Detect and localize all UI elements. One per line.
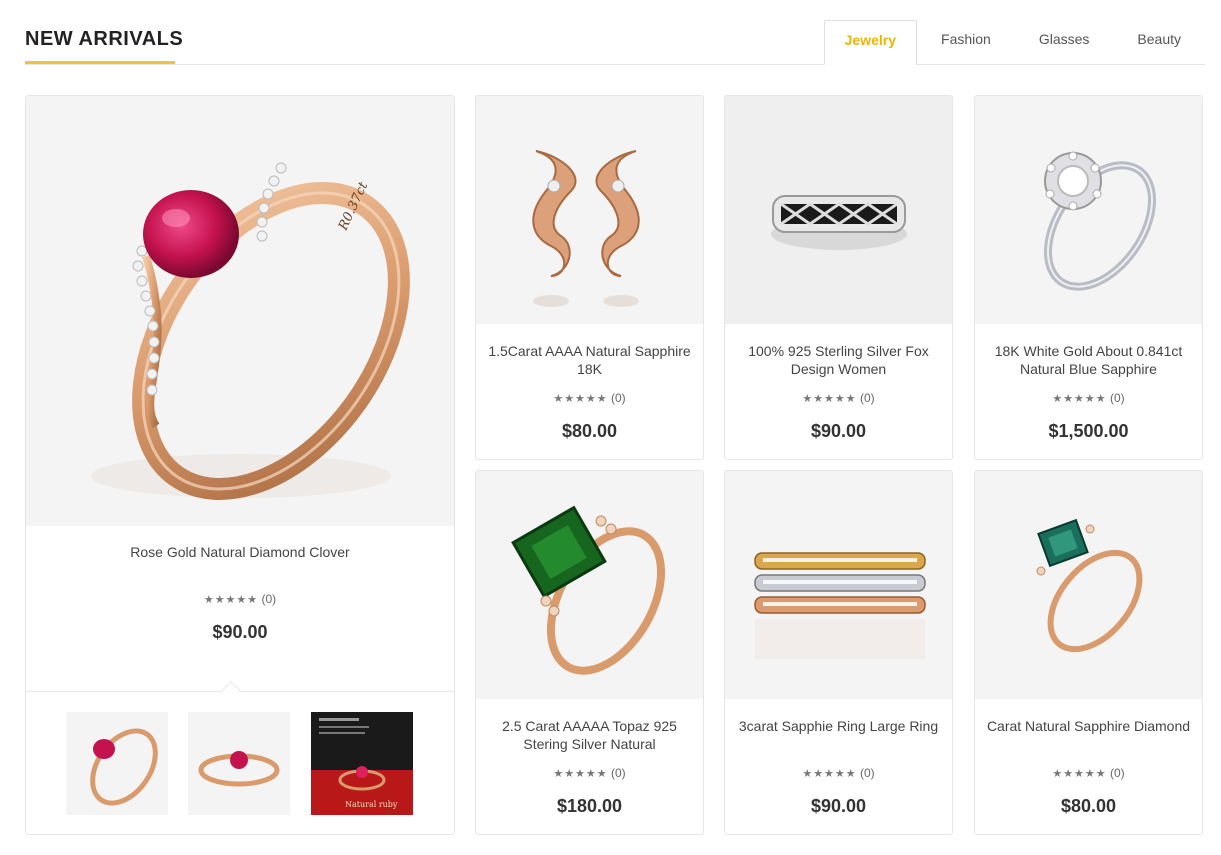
product-card[interactable]: 18K White Gold About 0.841ct Natural Blu…: [974, 95, 1203, 460]
product-rating: ★★★★★ (0): [725, 766, 952, 780]
product-card[interactable]: Carat Natural Sapphire Diamond ★★★★★ (0)…: [974, 470, 1203, 835]
ruby-ring-icon: R0.37ct: [91, 162, 410, 500]
product-image[interactable]: [975, 471, 1202, 699]
review-count: (0): [261, 592, 277, 606]
earrings-icon: [532, 150, 640, 307]
section-header: NEW ARRIVALS Jewelry Fashion Glasses Bea…: [25, 20, 1205, 65]
star-rating-icon: ★★★★★: [1052, 768, 1107, 780]
product-price: $180.00: [556, 796, 623, 816]
product-rating: ★★★★★ (0): [975, 766, 1202, 780]
product-price: $80.00: [1060, 796, 1117, 816]
product-image[interactable]: [725, 96, 952, 324]
product-price: $80.00: [561, 421, 618, 441]
star-rating-icon: ★★★★★: [203, 594, 259, 606]
diamond-halo-ring-icon: [1043, 151, 1157, 291]
product-rating: ★★★★★ (0): [476, 766, 703, 780]
product-card[interactable]: 100% 925 Sterling Silver Fox Design Wome…: [724, 95, 953, 460]
product-price: $90.00: [810, 796, 867, 816]
product-card[interactable]: 2.5 Carat AAAAA Topaz 925 Stering Silver…: [475, 470, 704, 835]
tab-fashion[interactable]: Fashion: [917, 20, 1015, 65]
product-image[interactable]: [725, 471, 952, 699]
tab-jewelry[interactable]: Jewelry: [823, 20, 918, 65]
product-rating: ★★★★★ (0): [725, 391, 952, 405]
svg-text:Natural ruby: Natural ruby: [345, 800, 398, 809]
product-image[interactable]: [476, 471, 703, 699]
review-count: (0): [610, 391, 626, 405]
featured-product-image[interactable]: R0.37ct: [26, 96, 454, 526]
product-card[interactable]: 1.5Carat AAAA Natural Sapphire 18K ★★★★★…: [475, 95, 704, 460]
product-name[interactable]: Carat Natural Sapphire Diamond: [983, 717, 1194, 735]
section-title: NEW ARRIVALS: [25, 28, 184, 50]
product-rating: ★★★★★ (0): [476, 391, 703, 405]
green-gem-ring-icon: [1036, 518, 1143, 653]
thumbnail-2[interactable]: [188, 712, 290, 815]
product-name[interactable]: 3carat Sapphie Ring Large Ring: [733, 717, 944, 735]
star-rating-icon: ★★★★★: [553, 393, 608, 405]
product-image[interactable]: [975, 96, 1202, 324]
title-underline: [25, 61, 175, 64]
tab-glasses[interactable]: Glasses: [1015, 20, 1114, 65]
star-rating-icon: ★★★★★: [553, 768, 608, 780]
product-card[interactable]: 3carat Sapphie Ring Large Ring ★★★★★ (0)…: [724, 470, 953, 835]
ruby-ring-box-thumb-icon: Natural ruby: [311, 718, 413, 815]
featured-product-price: $90.00: [212, 622, 268, 642]
thumbnail-caret: [221, 681, 241, 701]
thumbnail-1[interactable]: [66, 712, 168, 815]
product-price: $90.00: [810, 421, 867, 441]
ruby-ring-thumb-icon: [90, 728, 158, 806]
star-rating-icon: ★★★★★: [1052, 393, 1107, 405]
review-count: (0): [859, 766, 875, 780]
review-count: (0): [1109, 766, 1125, 780]
product-image[interactable]: [476, 96, 703, 324]
review-count: (0): [610, 766, 626, 780]
product-name[interactable]: 100% 925 Sterling Silver Fox Design Wome…: [733, 342, 944, 378]
ruby-ring-side-thumb-icon: [198, 751, 280, 787]
featured-product-card[interactable]: R0.37ct Rose Gold Natural Diamond Clover…: [25, 95, 455, 835]
product-name[interactable]: 2.5 Carat AAAAA Topaz 925 Stering Silver…: [484, 717, 695, 753]
review-count: (0): [1109, 391, 1125, 405]
emerald-ring-icon: [511, 505, 666, 675]
product-rating: ★★★★★ (0): [975, 391, 1202, 405]
featured-product-name[interactable]: Rose Gold Natural Diamond Clover: [34, 543, 446, 561]
stacked-rings-icon: [754, 552, 926, 659]
featured-product-rating: ★★★★★ (0): [26, 592, 454, 606]
review-count: (0): [859, 391, 875, 405]
silver-band-ring-icon: [771, 195, 907, 250]
product-name[interactable]: 18K White Gold About 0.841ct Natural Blu…: [983, 342, 1194, 378]
product-price: $1,500.00: [1048, 421, 1129, 441]
star-rating-icon: ★★★★★: [802, 768, 857, 780]
category-tabs: Jewelry Fashion Glasses Beauty: [823, 20, 1205, 65]
product-name[interactable]: 1.5Carat AAAA Natural Sapphire 18K: [484, 342, 695, 378]
star-rating-icon: ★★★★★: [802, 393, 857, 405]
tab-beauty[interactable]: Beauty: [1113, 20, 1205, 65]
thumbnail-3[interactable]: Natural ruby: [311, 712, 413, 815]
